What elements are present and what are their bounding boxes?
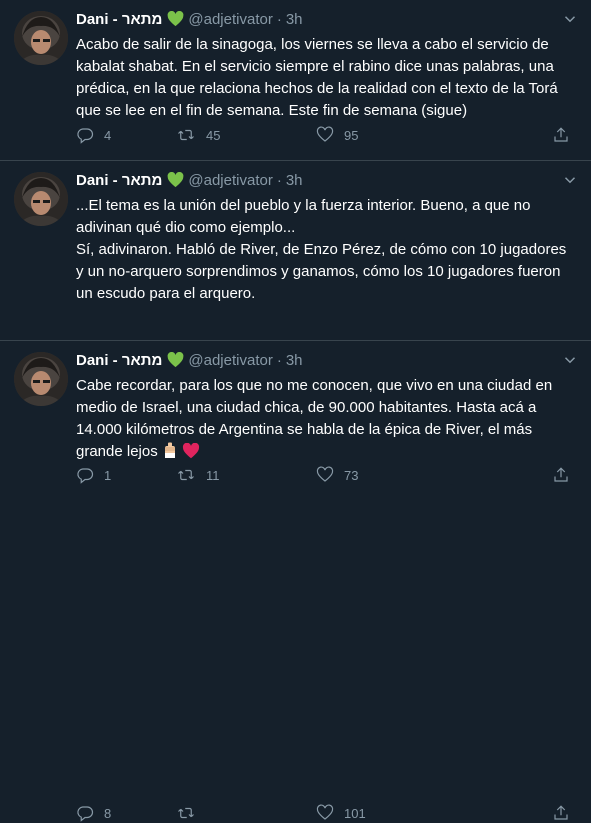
author-handle[interactable]: @adjetivator [188,11,272,28]
tweet[interactable]: Dani - מתאר @adjetivator · 3h Cabe recor… [0,341,591,822]
tweet[interactable]: Dani - מתאר @adjetivator · 3h ...El tema… [0,161,591,484]
reply-button[interactable]: 8 [76,804,111,822]
author-handle[interactable]: @adjetivator [188,352,272,369]
tweet-text: Acabo de salir de la sinagoga, los viern… [76,36,562,119]
like-button[interactable]: 101 [316,804,366,822]
author-name[interactable]: Dani - מתאר [76,172,162,189]
more-options-icon[interactable] [559,169,581,191]
separator-dot: · [276,351,282,369]
share-icon [554,805,568,820]
author-name[interactable]: Dani - מתאר [76,11,162,28]
like-button[interactable]: 95 [316,126,358,144]
share-button[interactable] [552,804,570,822]
red-heart-emoji [182,442,200,466]
like-count: 95 [344,127,359,143]
more-options-icon[interactable] [559,349,581,371]
separator-dot: · [276,10,282,28]
reply-count: 4 [104,127,112,143]
avatar[interactable] [14,172,68,226]
retweet-icon [178,807,194,819]
timestamp[interactable]: 3h [286,352,303,369]
like-count: 101 [344,805,366,821]
retweet-icon [178,129,194,141]
reply-count: 8 [104,805,112,821]
fist-emoji [162,442,178,466]
green-heart-icon [167,11,184,27]
author-handle[interactable]: @adjetivator [188,172,272,189]
share-button[interactable] [552,126,570,144]
separator-dot: · [276,171,282,189]
reply-icon [77,128,94,144]
retweet-count: 45 [206,127,221,143]
tweet-text: Cabe recordar, para los que no me conoce… [76,375,576,466]
green-heart-icon [167,172,184,188]
share-icon [554,127,568,142]
tweet-text-content: Cabe recordar, para los que no me conoce… [76,377,557,460]
more-options-icon[interactable] [559,8,581,30]
author-name[interactable]: Dani - מתאר [76,352,162,369]
avatar[interactable] [14,352,68,406]
retweet-button[interactable]: 45 [176,126,220,144]
avatar[interactable] [14,11,68,65]
reply-icon [77,806,94,822]
green-heart-icon [167,352,184,368]
tweet[interactable]: Dani - מתאר @adjetivator · 3h Acabo de s… [0,0,591,161]
heart-icon [316,804,334,820]
retweet-button[interactable] [176,804,206,822]
reply-button[interactable]: 4 [76,126,111,144]
tweet-text: ...El tema es la unión del pueblo y la f… [76,197,567,302]
heart-icon [316,126,334,142]
timestamp[interactable]: 3h [286,172,303,189]
timestamp[interactable]: 3h [286,11,303,28]
